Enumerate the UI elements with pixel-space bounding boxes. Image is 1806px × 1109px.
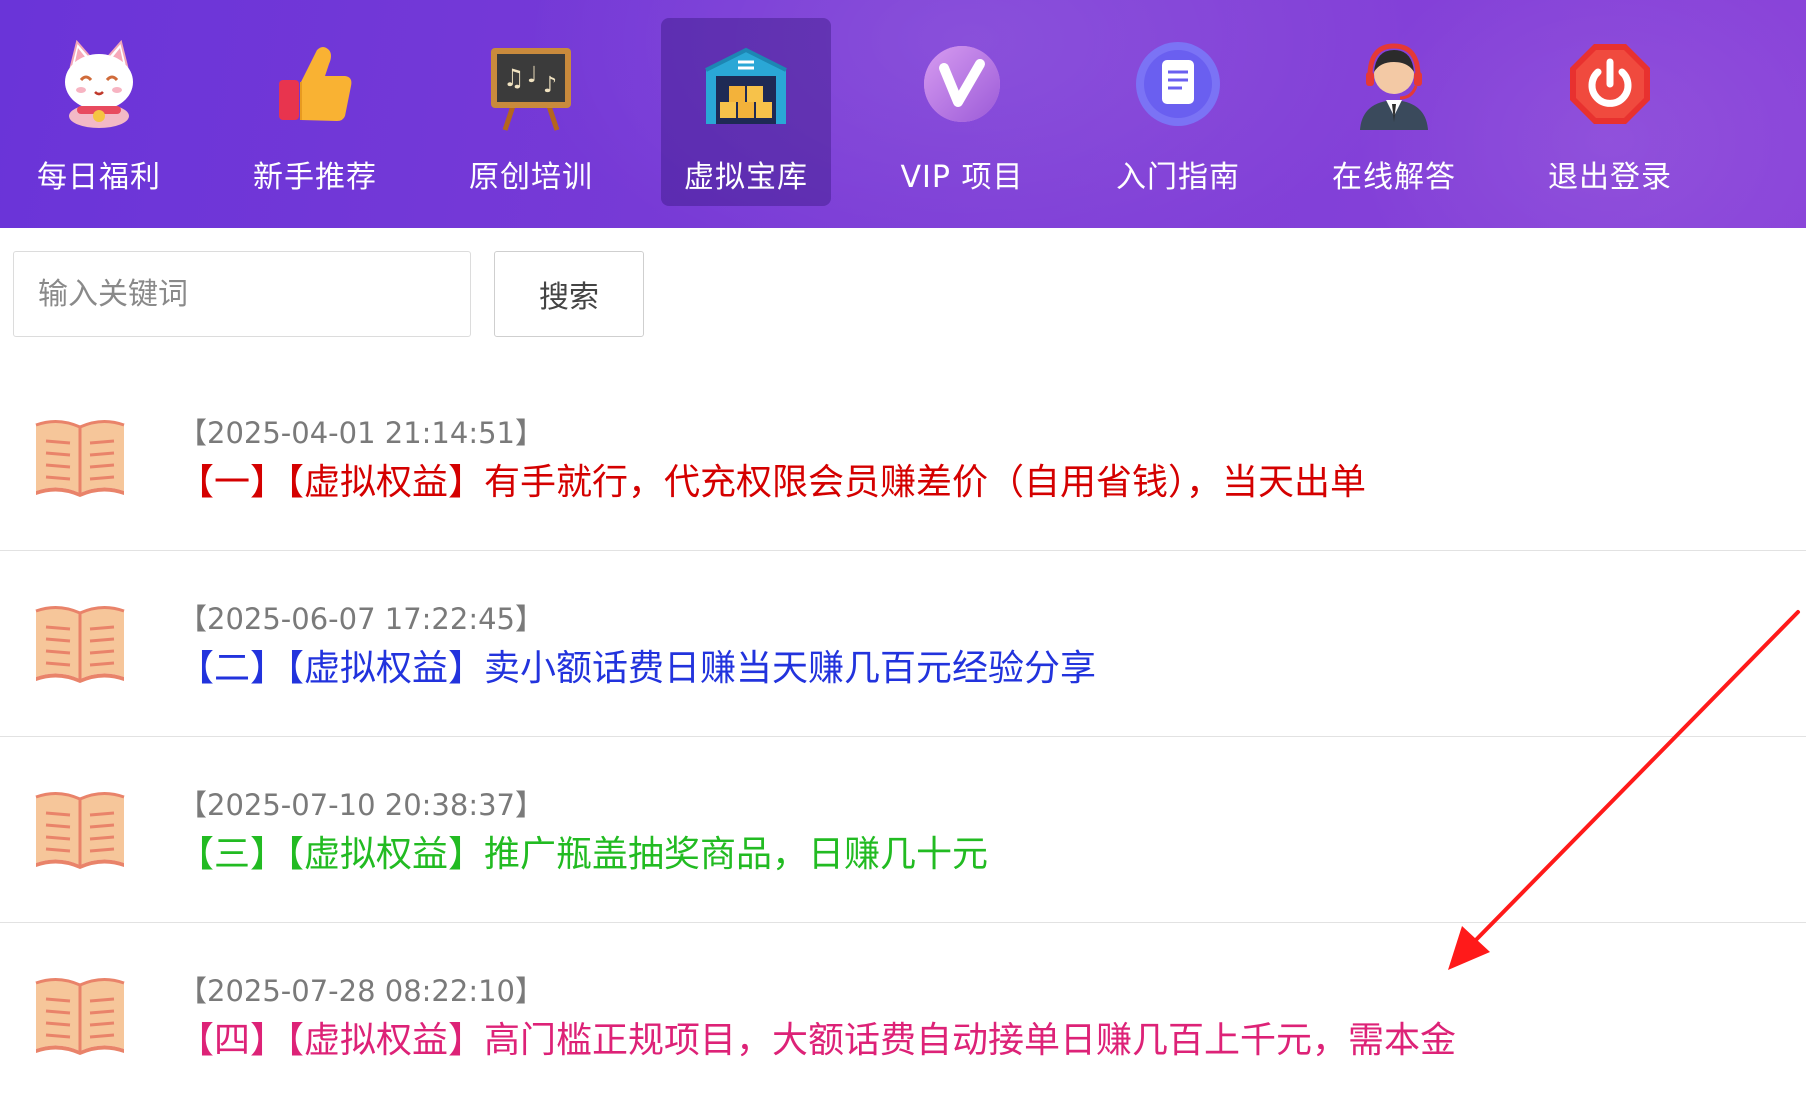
search-button[interactable]: 搜索 bbox=[494, 251, 644, 337]
list-item[interactable]: 【2025-07-10 20:38:37】 【三】【虚拟权益】推广瓶盖抽奖商品，… bbox=[0, 737, 1806, 923]
power-icon bbox=[1570, 44, 1650, 124]
svg-text:♫: ♫ bbox=[503, 64, 525, 92]
open-book-icon bbox=[35, 606, 125, 683]
nav-label: 在线解答 bbox=[1332, 160, 1456, 195]
thumbs-up-icon bbox=[279, 47, 352, 121]
nav-item-vip-project[interactable]: VIP 项目 bbox=[877, 18, 1047, 206]
nav-label: 原创培训 bbox=[469, 160, 593, 195]
nav-item-beginner-recommend[interactable]: 新手推荐 bbox=[230, 18, 400, 206]
item-title-link[interactable]: 【二】【虚拟权益】卖小额话费日赚当天赚几百元经验分享 bbox=[178, 639, 1096, 691]
search-input[interactable] bbox=[13, 251, 471, 337]
list-item[interactable]: 【2025-04-01 21:14:51】 【一】【虚拟权益】有手就行，代充权限… bbox=[0, 365, 1806, 551]
nav-label: 退出登录 bbox=[1548, 160, 1672, 195]
list-item[interactable]: 【2025-07-28 08:22:10】 【四】【虚拟权益】高门槛正规项目，大… bbox=[0, 923, 1806, 1109]
lucky-cat-icon bbox=[65, 39, 133, 128]
svg-text:♩: ♩ bbox=[527, 63, 537, 88]
open-book-icon bbox=[35, 978, 125, 1055]
blackboard-icon: ♫ ♩ ♪ bbox=[491, 48, 571, 131]
customer-service-icon bbox=[1360, 43, 1428, 130]
list-item[interactable]: 【2025-06-07 17:22:45】 【二】【虚拟权益】卖小额话费日赚当天… bbox=[0, 551, 1806, 737]
guide-document-icon bbox=[1136, 42, 1220, 126]
item-date: 【2025-07-10 20:38:37】 bbox=[178, 788, 544, 822]
nav-label: 入门指南 bbox=[1116, 160, 1240, 195]
warehouse-icon bbox=[705, 47, 787, 124]
nav-item-online-answers[interactable]: 在线解答 bbox=[1309, 18, 1479, 206]
article-list: 【2025-04-01 21:14:51】 【一】【虚拟权益】有手就行，代充权限… bbox=[0, 365, 1806, 1109]
item-title-link[interactable]: 【三】【虚拟权益】推广瓶盖抽奖商品，日赚几十元 bbox=[178, 825, 988, 877]
item-date: 【2025-04-01 21:14:51】 bbox=[178, 416, 544, 450]
item-title-link[interactable]: 【四】【虚拟权益】高门槛正规项目，大额话费自动接单日赚几百上千元，需本金 bbox=[178, 1011, 1456, 1063]
nav-label: 每日福利 bbox=[37, 160, 161, 195]
item-date: 【2025-07-28 08:22:10】 bbox=[178, 974, 544, 1008]
nav-item-original-training[interactable]: ♫ ♩ ♪ 原创培训 bbox=[446, 18, 616, 206]
open-book-icon bbox=[35, 420, 125, 497]
nav-item-logout[interactable]: 退出登录 bbox=[1525, 18, 1695, 206]
nav-label: 虚拟宝库 bbox=[684, 160, 808, 195]
svg-text:♪: ♪ bbox=[543, 73, 557, 98]
open-book-icon bbox=[35, 792, 125, 869]
item-date: 【2025-06-07 17:22:45】 bbox=[178, 602, 544, 636]
item-title-link[interactable]: 【一】【虚拟权益】有手就行，代充权限会员赚差价（自用省钱），当天出单 bbox=[178, 453, 1366, 505]
nav-label: VIP 项目 bbox=[900, 160, 1024, 195]
nav-item-virtual-treasury[interactable]: 虚拟宝库 bbox=[661, 18, 831, 206]
nav-item-daily-welfare[interactable]: 每日福利 bbox=[14, 18, 184, 206]
vip-icon bbox=[924, 46, 1000, 122]
top-navigation: 每日福利 新手推荐 ♫ ♩ ♪ 原创培训 虚拟宝库 VIP 项目 入门指南 在线… bbox=[0, 0, 1806, 228]
nav-label: 新手推荐 bbox=[253, 160, 377, 195]
nav-item-beginner-guide[interactable]: 入门指南 bbox=[1093, 18, 1263, 206]
